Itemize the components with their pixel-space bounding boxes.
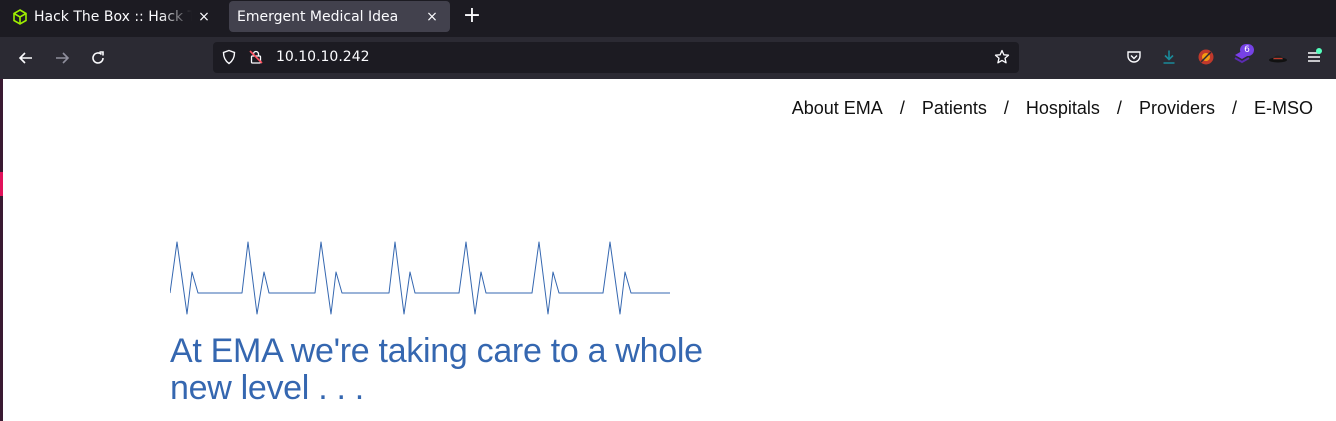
forward-button[interactable] [49,45,75,71]
back-button[interactable] [13,45,39,71]
tab-close-icon[interactable]: × [192,9,216,25]
site-navigation: About EMA / Patients / Hospitals / Providers / E… [792,98,1313,119]
nav-separator: / [1116,98,1122,118]
nav-link-patients[interactable]: Patients [922,98,987,118]
tab-hack-the-box[interactable]: Hack The Box :: Hack The Box × [0,0,222,33]
nav-link-about-ema[interactable]: About EMA [792,98,883,118]
extension-red-button[interactable] [1196,47,1216,67]
bookmark-star-icon[interactable] [994,49,1010,65]
tracking-shield-icon[interactable] [221,49,237,65]
extension-emblem-icon [1198,49,1214,65]
forward-arrow-icon [56,52,70,64]
nav-link-hospitals[interactable]: Hospitals [1026,98,1100,118]
heartbeat-line-graphic [170,241,670,315]
htb-cube-icon [13,8,27,25]
url-text[interactable]: 10.10.10.242 [276,49,370,65]
new-tab-button[interactable]: + [460,4,484,28]
extension-hat-button[interactable] [1268,47,1288,67]
extension-count-badge: 6 [1240,44,1254,56]
address-bar[interactable]: 10.10.10.242 [213,42,1019,73]
tab-title: Emergent Medical Idea [237,8,399,25]
downloads-button[interactable] [1159,47,1179,67]
hat-icon [1269,55,1287,63]
window-left-edge [0,79,3,421]
nav-separator: / [1231,98,1237,118]
pocket-button[interactable] [1124,47,1144,67]
hero-headline: At EMA we're taking care to a whole new … [170,332,703,407]
reload-button[interactable] [85,45,111,71]
back-arrow-icon [18,52,32,64]
tab-emergent-medical-idea[interactable]: Emergent Medical Idea × [229,1,450,32]
update-indicator-dot [1316,48,1322,54]
insecure-lock-icon[interactable] [248,49,264,65]
web-page: About EMA / Patients / Hospitals / Providers / E… [0,79,1336,421]
reload-icon [92,51,104,64]
nav-link-providers[interactable]: Providers [1139,98,1215,118]
tab-strip: Hack The Box :: Hack The Box × Emergent … [0,0,1336,37]
nav-separator: / [1003,98,1009,118]
navigation-toolbar: 10.10.10.242 [0,37,1336,79]
pocket-icon [1127,51,1141,63]
nav-separator: / [899,98,905,118]
tab-title: Hack The Box :: Hack The Box [34,8,192,25]
tab-close-icon[interactable]: × [420,9,444,25]
download-icon [1163,50,1175,64]
nav-link-e-mso[interactable]: E-MSO [1254,98,1313,118]
